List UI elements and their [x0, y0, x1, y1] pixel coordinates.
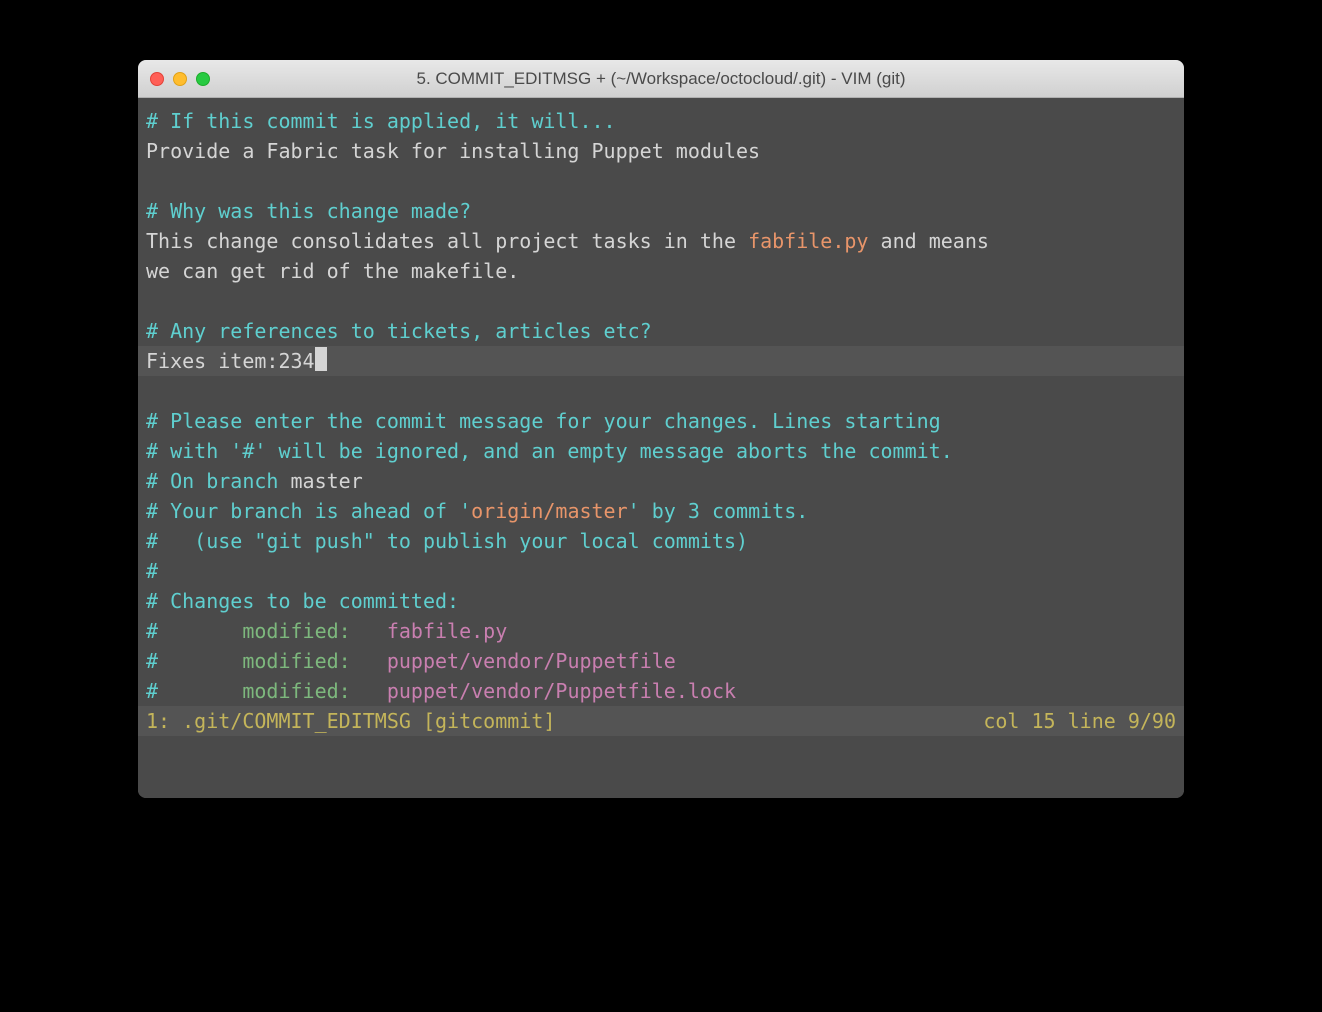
editor-line: # with '#' will be ignored, and an empty…	[138, 436, 1184, 466]
spacer	[158, 649, 242, 673]
comment-text: # Any references to tickets, articles et…	[146, 319, 652, 343]
traffic-lights	[150, 72, 210, 86]
git-comment: # Please enter the commit message for yo…	[146, 409, 941, 433]
body-text: This change consolidates all project tas…	[146, 229, 748, 253]
command-area[interactable]	[138, 736, 1184, 796]
body-text: Provide a Fabric task for installing Pup…	[146, 139, 760, 163]
body-text: and means	[868, 229, 988, 253]
editor-line: # modified: fabfile.py	[138, 616, 1184, 646]
git-comment: # with '#' will be ignored, and an empty…	[146, 439, 953, 463]
comment-text: # If this commit is applied, it will...	[146, 109, 616, 133]
spacer	[158, 619, 242, 643]
status-position: col 15 line 9/90	[983, 706, 1176, 736]
cursor-icon	[315, 347, 327, 371]
spacer	[158, 679, 242, 703]
window-title: 5. COMMIT_EDITMSG + (~/Workspace/octoclo…	[138, 69, 1184, 89]
editor-line: # Your branch is ahead of 'origin/master…	[138, 496, 1184, 526]
editor-line	[138, 376, 1184, 406]
file-path: puppet/vendor/Puppetfile.lock	[387, 679, 736, 703]
file-path: fabfile.py	[387, 619, 507, 643]
git-comment: ' by 3 commits.	[628, 499, 809, 523]
spacer	[351, 619, 387, 643]
editor-line: This change consolidates all project tas…	[138, 226, 1184, 256]
editor-line: # Changes to be committed:	[138, 586, 1184, 616]
file-path: puppet/vendor/Puppetfile	[387, 649, 676, 673]
editor-line: # On branch master	[138, 466, 1184, 496]
editor-line: # If this commit is applied, it will...	[138, 106, 1184, 136]
status-filename: 1: .git/COMMIT_EDITMSG [gitcommit]	[146, 706, 555, 736]
editor-line: Provide a Fabric task for installing Pup…	[138, 136, 1184, 166]
spacer	[351, 649, 387, 673]
git-comment: # On branch	[146, 469, 291, 493]
editor-line: # Any references to tickets, articles et…	[138, 316, 1184, 346]
maximize-button[interactable]	[196, 72, 210, 86]
modified-label: modified:	[242, 649, 350, 673]
comment-text: # Why was this change made?	[146, 199, 471, 223]
body-text: we can get rid of the makefile.	[146, 259, 519, 283]
spacer	[351, 679, 387, 703]
window-titlebar: 5. COMMIT_EDITMSG + (~/Workspace/octoclo…	[138, 60, 1184, 98]
editor-line: # Why was this change made?	[138, 196, 1184, 226]
highlighted-filename: fabfile.py	[748, 229, 868, 253]
remote-branch: origin/master	[471, 499, 628, 523]
body-text: Fixes item:234	[146, 349, 315, 373]
minimize-button[interactable]	[173, 72, 187, 86]
editor-line: # modified: puppet/vendor/Puppetfile.loc…	[138, 676, 1184, 706]
git-comment: # Your branch is ahead of '	[146, 499, 471, 523]
editor-cursor-line: Fixes item:234	[138, 346, 1184, 376]
terminal-window: 5. COMMIT_EDITMSG + (~/Workspace/octoclo…	[138, 60, 1184, 798]
modified-label: modified:	[242, 619, 350, 643]
branch-name: master	[291, 469, 363, 493]
editor-line: # modified: puppet/vendor/Puppetfile	[138, 646, 1184, 676]
editor-line: # (use "git push" to publish your local …	[138, 526, 1184, 556]
editor-line	[138, 286, 1184, 316]
hash-prefix: #	[146, 649, 158, 673]
vim-statusbar: 1: .git/COMMIT_EDITMSG [gitcommit] col 1…	[138, 706, 1184, 736]
modified-label: modified:	[242, 679, 350, 703]
editor-area[interactable]: # If this commit is applied, it will... …	[138, 98, 1184, 798]
editor-line: we can get rid of the makefile.	[138, 256, 1184, 286]
git-comment: #	[146, 559, 158, 583]
hash-prefix: #	[146, 679, 158, 703]
editor-line: #	[138, 556, 1184, 586]
hash-prefix: #	[146, 619, 158, 643]
git-comment: # (use "git push" to publish your local …	[146, 529, 748, 553]
editor-line	[138, 166, 1184, 196]
editor-line: # Please enter the commit message for yo…	[138, 406, 1184, 436]
close-button[interactable]	[150, 72, 164, 86]
git-comment: # Changes to be committed:	[146, 589, 459, 613]
